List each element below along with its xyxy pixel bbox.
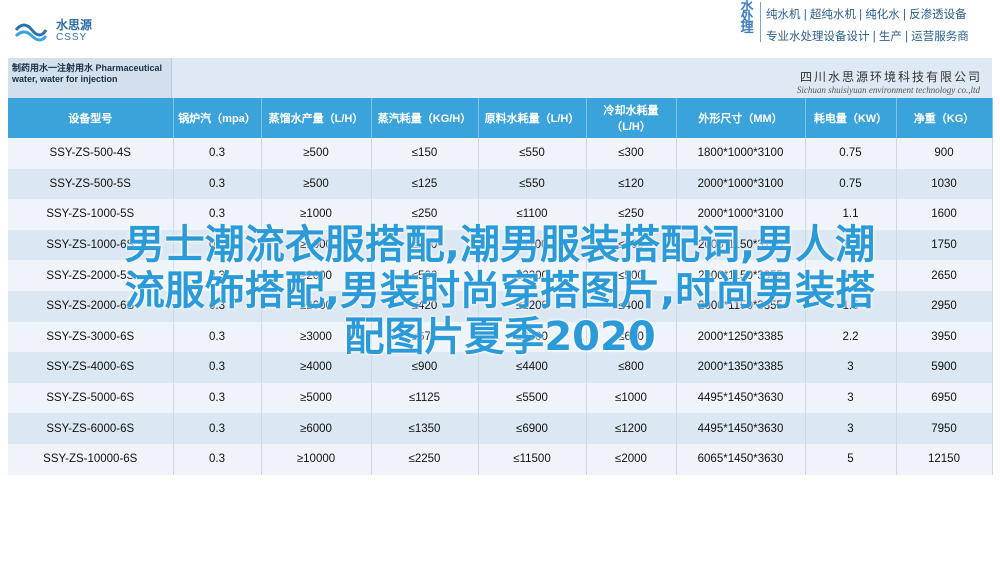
company-name-cn: 四川水思源环境科技有限公司 — [799, 70, 982, 84]
document-header: 制药用水一注射用水 Pharmaceutical water, water fo… — [8, 58, 992, 98]
table-cell: 0.3 — [173, 168, 262, 200]
column-header: 锅炉汽（mpa） — [173, 98, 262, 138]
table-cell: 5 — [805, 443, 897, 475]
top-banner: 水思源 CSSY 水处理 纯水机 | 超纯水机 | 纯化水 | 反渗透设备 专业… — [0, 0, 1000, 56]
table-cell: 12150 — [896, 443, 993, 475]
document-title-cell: 制药用水一注射用水 Pharmaceutical water, water fo… — [8, 58, 172, 98]
table-cell: 6065*1450*3630 — [676, 443, 806, 475]
table-cell: SSY-ZS-500-5S — [8, 168, 174, 200]
company-name-en: Sichuan shuisiyuan environment technolog… — [796, 85, 980, 95]
logo-name-en: CSSY — [56, 32, 88, 43]
table-cell: ≤6900 — [478, 413, 587, 444]
column-header: 外形尺寸（MM） — [676, 98, 806, 138]
column-header: 原料水耗量（L/H） — [478, 98, 587, 138]
table-cell: SSY-ZS-500-4S — [8, 138, 174, 169]
table-row: SSY-ZS-500-4S 0.3 ≥500 ≤150 ≤550 ≤300 1800*100… — [8, 138, 993, 169]
table-cell: 0.3 — [173, 382, 262, 414]
table-cell: ≤150 — [371, 138, 479, 169]
table-cell: 0.3 — [173, 138, 262, 169]
table-cell: 1030 — [896, 168, 993, 200]
table-cell: ≥500 — [261, 138, 372, 169]
table-cell: SSY-ZS-6000-6S — [8, 413, 174, 444]
tagline-block: 水处理 纯水机 | 超纯水机 | 纯化水 | 反渗透设备 专业水处理设备设计 |… — [732, 0, 1000, 48]
table-cell: 6950 — [896, 382, 993, 414]
column-header: 蒸馏水产量（L/H） — [261, 98, 372, 138]
table-cell: SSY-ZS-10000-6S — [8, 443, 174, 475]
table-cell: ≥500 — [261, 168, 372, 200]
column-header: 耗电量（KW） — [805, 98, 897, 138]
table-cell: ≥6000 — [261, 413, 372, 444]
column-header: 蒸汽耗量（KG/H） — [371, 98, 479, 138]
table-cell: 3 — [805, 382, 897, 414]
table-cell: ≥5000 — [261, 382, 372, 414]
table-cell: ≥10000 — [261, 443, 372, 475]
table-cell: 0.3 — [173, 413, 262, 444]
table-cell: ≤125 — [371, 168, 479, 200]
table-cell: SSY-ZS-5000-6S — [8, 382, 174, 414]
table-cell: ≤5500 — [478, 382, 587, 414]
tagline-products: 纯水机 | 超纯水机 | 纯化水 | 反渗透设备 — [766, 9, 967, 21]
tagline-vertical: 水处理 — [740, 0, 754, 35]
table-cell: 900 — [896, 138, 993, 169]
table-cell: 0.75 — [805, 138, 897, 169]
table-cell: 7950 — [896, 413, 993, 444]
table-cell: ≤300 — [586, 138, 677, 169]
table-cell: ≤11500 — [478, 443, 587, 475]
company-logo[interactable]: 水思源 CSSY — [14, 14, 164, 50]
table-cell: 3 — [805, 413, 897, 444]
table-row: SSY-ZS-5000-6S 0.3 ≥5000 ≤1125 ≤5500 ≤1000 449… — [8, 382, 993, 414]
table-row: SSY-ZS-6000-6S 0.3 ≥6000 ≤1350 ≤6900 ≤1200 449… — [8, 413, 993, 444]
table-cell: 2000*1000*3100 — [676, 168, 806, 200]
column-header: 设备型号 — [8, 98, 174, 138]
tagline-services: 专业水处理设备设计 | 生产 | 运营服务商 — [766, 31, 969, 43]
table-row: SSY-ZS-10000-6S 0.3 ≥10000 ≤2250 ≤11500 ≤2000… — [8, 443, 993, 475]
divider — [760, 2, 761, 42]
column-header: 冷却水耗量（L/H） — [586, 98, 677, 138]
table-cell: 4495*1450*3630 — [676, 413, 806, 444]
overlay-line-3: 配图片夏季2020 — [344, 314, 656, 360]
table-cell: ≤550 — [478, 138, 587, 169]
table-cell: 0.3 — [173, 443, 262, 475]
table-cell: ≤2000 — [586, 443, 677, 475]
table-cell: ≤1000 — [586, 382, 677, 414]
overlay-line-2: 流服饰搭配,男装时尚穿搭图片,时尚男装搭 — [124, 268, 876, 314]
table-row: SSY-ZS-500-5S 0.3 ≥500 ≤125 ≤550 ≤120 2000*100… — [8, 168, 993, 200]
table-cell: ≤1200 — [586, 413, 677, 444]
table-cell: ≤1125 — [371, 382, 479, 414]
table-cell: ≤1350 — [371, 413, 479, 444]
table-cell: ≤550 — [478, 168, 587, 200]
table-cell: 1800*1000*3100 — [676, 138, 806, 169]
logo-name-cn: 水思源 — [56, 18, 93, 32]
overlay-line-1: 男士潮流衣服搭配,潮男服装搭配词,男人潮 — [124, 222, 876, 268]
table-header-row: 设备型号 锅炉汽（mpa） 蒸馏水产量（L/H） 蒸汽耗量（KG/H） 原料水耗量（L/… — [8, 98, 993, 138]
column-header: 净重（KG） — [896, 98, 993, 138]
overlay-caption: 男士潮流衣服搭配,潮男服装搭配词,男人潮 流服饰搭配,男装时尚穿搭图片,时尚男装… — [0, 222, 1000, 360]
water-drop-logo-icon — [14, 23, 48, 42]
document-title: 制药用水一注射用水 Pharmaceutical water, water fo… — [12, 63, 163, 84]
table-cell: 4495*1450*3630 — [676, 382, 806, 414]
table-cell: ≤2250 — [371, 443, 479, 475]
table-cell: 0.75 — [805, 168, 897, 200]
table-cell: ≤120 — [586, 168, 677, 200]
